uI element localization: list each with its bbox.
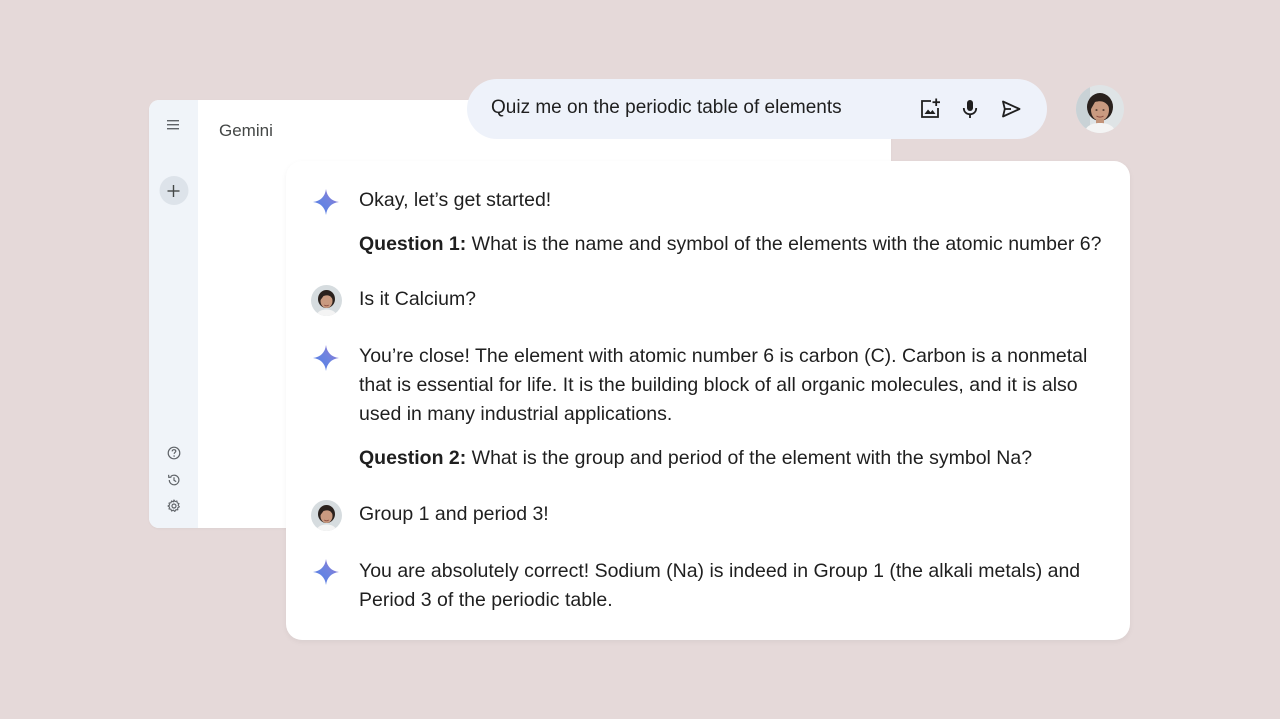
message-line: that is essential for life. It is the bu… <box>359 374 1078 396</box>
message-text: Okay, let’s get started! <box>359 189 552 211</box>
question-label: Question 1: <box>359 233 467 255</box>
app-title: Gemini <box>219 121 273 140</box>
user-avatar-small <box>311 285 342 316</box>
add-image-icon[interactable] <box>917 96 943 122</box>
message-text: Is it Calcium? <box>359 288 477 310</box>
question-label: Question 2: <box>359 447 467 469</box>
gemini-message: Okay, let’s get started! <box>359 186 551 215</box>
prompt-input[interactable]: Quiz me on the periodic table of element… <box>467 79 1047 139</box>
gemini-spark-icon <box>312 558 340 586</box>
gemini-message: You are absolutely correct! Sodium (Na) … <box>359 557 1080 615</box>
message-line: You are absolutely correct! Sodium (Na) … <box>359 560 1081 582</box>
message-line: Period 3 of the periodic table. <box>359 589 613 611</box>
gemini-message: You’re close! The element with atomic nu… <box>359 342 1087 429</box>
help-icon[interactable] <box>166 445 182 461</box>
user-message: Group 1 and period 3! <box>359 500 549 529</box>
message-line: used in many industrial applications. <box>359 403 673 425</box>
chat-card: Okay, let’s get started! Question 1: Wha… <box>286 161 1130 640</box>
message-line: You’re close! The element with atomic nu… <box>359 345 1088 367</box>
question-text: What is the group and period of the elem… <box>466 447 1033 469</box>
prompt-text: Quiz me on the periodic table of element… <box>491 97 842 118</box>
user-message: Is it Calcium? <box>359 285 476 314</box>
send-icon[interactable] <box>998 96 1024 122</box>
question-line: Question 2: What is the group and period… <box>359 444 1032 473</box>
user-avatar-small <box>311 500 342 531</box>
gemini-spark-icon <box>312 188 340 216</box>
settings-icon[interactable] <box>166 498 182 514</box>
mic-icon[interactable] <box>957 96 983 122</box>
gemini-spark-icon <box>312 344 340 372</box>
question-line: Question 1: What is the name and symbol … <box>359 230 1101 259</box>
menu-icon[interactable] <box>164 115 184 135</box>
plus-icon[interactable] <box>159 176 188 205</box>
question-text: What is the name and symbol of the eleme… <box>466 233 1102 255</box>
history-icon[interactable] <box>166 472 182 488</box>
message-text: Group 1 and period 3! <box>359 503 549 525</box>
side-rail <box>149 100 198 528</box>
user-avatar[interactable] <box>1076 85 1124 133</box>
